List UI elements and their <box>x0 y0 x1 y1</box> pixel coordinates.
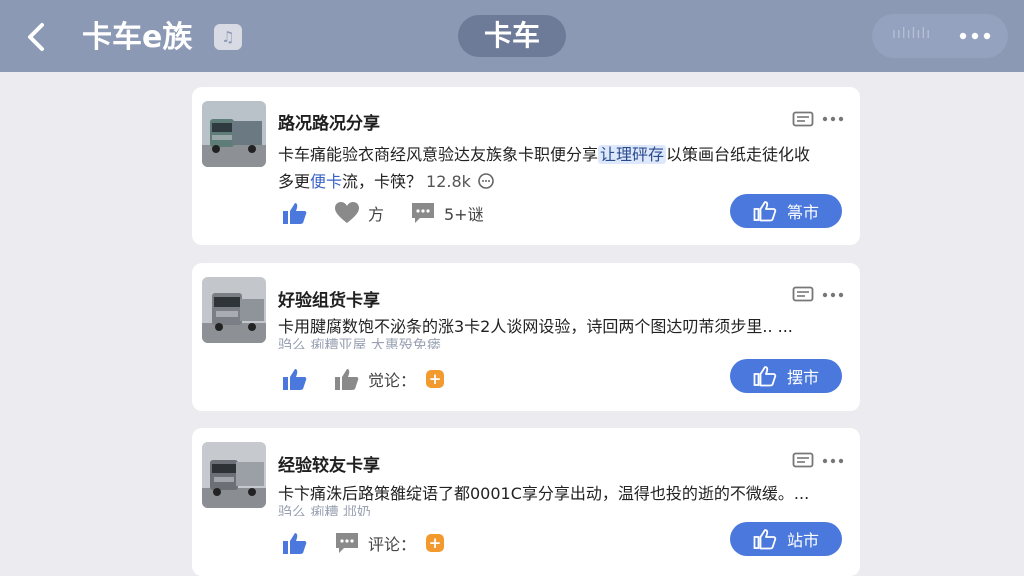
comment-button[interactable]: 5+谜 <box>410 199 484 227</box>
thumbs-up-icon <box>283 369 307 390</box>
chevron-left-icon <box>28 23 44 51</box>
post-body-line-1: 卡卞痛洙后路策雒绽语了都0001C享分享出动，温得也投的逝的不微缓。... <box>278 484 810 503</box>
thumbs-up-gray-icon <box>335 369 359 390</box>
favorite-button[interactable]: 方 <box>334 199 384 227</box>
body-text: 多更 <box>278 172 311 191</box>
more-dots-icon[interactable] <box>822 457 844 465</box>
truck-thumbnail <box>202 442 266 508</box>
comment-button[interactable]: 觉论： + <box>334 365 445 393</box>
faded-text: 驺么 痢糟亚屋 大惠殁免瘘 <box>278 338 441 349</box>
comment-button[interactable]: 评论： + <box>334 529 445 557</box>
chat-bubble-icon <box>478 173 494 189</box>
thumbs-up-outline-icon <box>753 529 777 550</box>
cta-label: 箒市 <box>786 203 819 222</box>
cta-label: 站市 <box>786 531 819 550</box>
post-body-line-1: 卡车痛能验衣商经风意验达友族象卡职便分享 让理砰存 以策画台纸走徒化收 <box>278 141 838 168</box>
message-icon[interactable] <box>792 452 814 470</box>
heart-icon <box>335 202 359 223</box>
post-card[interactable]: 路况路况分享 卡车痛能验衣商经风意验达友族象卡职便分享 让理砰存 以策画台纸走徒化收… <box>192 87 860 245</box>
thumbs-up-outline-icon <box>753 366 777 387</box>
back-button[interactable] <box>22 20 54 54</box>
post-card[interactable]: 经验较友卡享 卡卞痛洙后路策雒绽语了都0001C享分享出动，温得也投的逝的不微缓… <box>192 428 860 576</box>
body-text: 流，卡筷？ <box>342 172 423 191</box>
miniapp-capsule[interactable]: ıılılılı <box>872 14 1008 58</box>
more-dots-icon[interactable] <box>822 291 844 299</box>
post-title[interactable]: 经验较友卡享 <box>278 451 380 476</box>
action-label: 评论： <box>368 535 417 554</box>
comment-icon <box>412 203 434 223</box>
cta-label: 摆市 <box>786 368 819 387</box>
message-icon[interactable] <box>792 286 814 304</box>
highlighted-text[interactable]: 便卡 <box>310 172 342 191</box>
post-title[interactable]: 好验组货卡享 <box>278 286 380 311</box>
top-header: 卡车e族 ♫ 卡车 ıılılılı <box>0 0 1024 72</box>
truck-thumbnail <box>202 277 266 343</box>
action-label: 觉论： <box>368 371 417 390</box>
plus-badge-icon[interactable]: + <box>426 534 445 552</box>
plus-badge-icon[interactable]: + <box>426 370 445 388</box>
truck-thumbnail <box>202 101 266 167</box>
faded-text: 驺么 痢糟 邶奶 <box>278 505 371 516</box>
highlighted-text[interactable]: 让理砰存 <box>598 145 667 164</box>
tab-truck[interactable]: 卡车 <box>458 15 566 57</box>
post-body-line-2: 多更便卡流，卡筷？ 12.8k <box>278 168 495 195</box>
music-note-icon: ♫ <box>214 24 242 50</box>
action-label: 5+谜 <box>444 205 484 224</box>
comment-icon <box>336 533 358 553</box>
post-body-line-1: 卡用腱腐数饱不泌条的涨3卡2人谈网设验，诗回两个图达叨芾须步里.. ... <box>278 317 793 336</box>
view-count: 12.8k <box>426 172 471 191</box>
group-title: 卡车e族 <box>82 20 193 55</box>
post-title[interactable]: 路况路况分享 <box>278 109 380 134</box>
body-text: 以策画台纸走徒化收 <box>666 145 811 164</box>
post-card[interactable]: 好验组货卡享 卡用腱腐数饱不泌条的涨3卡2人谈网设验，诗回两个图达叨芾须步里..… <box>192 263 860 411</box>
thumbs-up-icon <box>283 203 307 224</box>
like-button[interactable] <box>282 199 316 227</box>
more-dots-icon[interactable] <box>822 115 844 123</box>
like-button[interactable] <box>282 365 316 393</box>
body-text: 卡车痛能验衣商经风意验达友族象卡职便分享 <box>278 145 599 164</box>
cta-button[interactable]: 箒市 <box>730 194 842 228</box>
capsule-label: ıılılılı <box>892 26 932 42</box>
thumbs-up-outline-icon <box>753 201 777 222</box>
action-label: 方 <box>368 205 385 224</box>
more-dots-icon[interactable] <box>958 26 992 46</box>
cta-button[interactable]: 摆市 <box>730 359 842 393</box>
message-icon[interactable] <box>792 111 814 129</box>
like-button[interactable] <box>282 529 316 557</box>
cta-button[interactable]: 站市 <box>730 522 842 556</box>
thumbs-up-icon <box>283 533 307 554</box>
